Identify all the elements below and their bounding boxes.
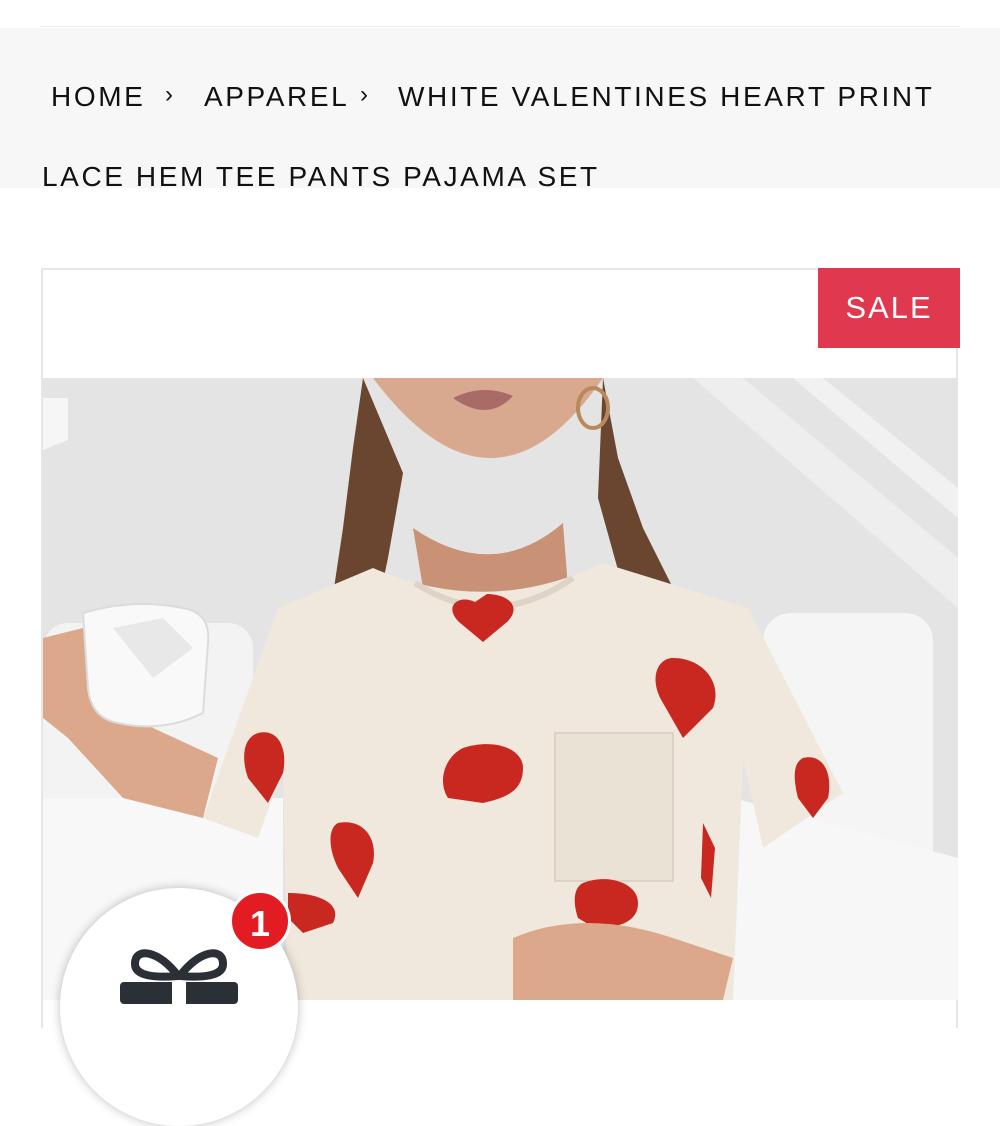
breadcrumb-separator: › [165,81,176,108]
sale-badge: SALE [818,268,960,348]
top-divider [40,26,960,27]
breadcrumb: HOME › APPAREL › WHITE VALENTINES HEART … [0,28,1000,192]
breadcrumb-home-link[interactable]: HOME [51,81,145,113]
breadcrumb-apparel-link[interactable]: APPAREL [204,81,349,113]
breadcrumb-current-product-continued: LACE HEM TEE PANTS PAJAMA SET [42,161,600,192]
gift-icon [120,949,238,1004]
breadcrumb-separator: › [360,81,371,108]
breadcrumb-current-product: WHITE VALENTINES HEART PRINT [398,81,935,112]
gift-count-badge: 1 [229,890,291,952]
